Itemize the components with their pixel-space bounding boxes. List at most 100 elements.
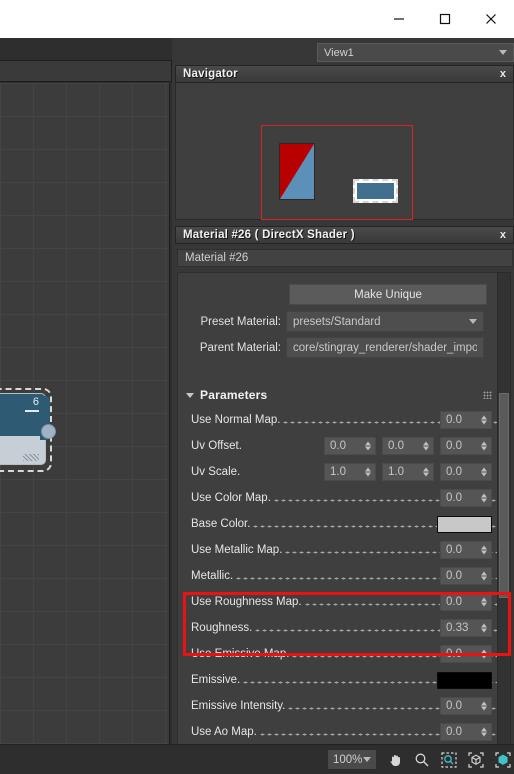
parameter-controls: 0.0 xyxy=(440,489,492,507)
parent-material-label: Parent Material: xyxy=(199,341,281,354)
material-panel-scrollbar[interactable] xyxy=(497,272,511,774)
parameter-controls: 0.0 xyxy=(440,593,492,611)
parameter-controls: 0.0 xyxy=(440,567,492,585)
material-panel-header: Material #26 ( DirectX Shader ) x xyxy=(175,226,514,244)
navigator-selected-node[interactable] xyxy=(353,179,398,203)
node-output-port[interactable] xyxy=(41,424,56,439)
spinner-input[interactable]: 1.0 xyxy=(324,463,376,481)
zoom-magnifier-icon[interactable] xyxy=(413,751,431,769)
navigation-tools xyxy=(386,751,514,769)
navigator-close-icon[interactable]: x xyxy=(500,68,513,80)
parameter-controls xyxy=(437,671,492,689)
material-panel-close-icon[interactable]: x xyxy=(500,229,513,241)
spinner-arrows-icon[interactable] xyxy=(481,649,487,659)
window-titlebar xyxy=(0,0,514,38)
spinner-input[interactable]: 0.0 xyxy=(440,645,492,663)
navigator-selected-node-fill xyxy=(357,183,394,199)
parameter-label: Use Normal Map. xyxy=(191,414,281,426)
chevron-down-icon[interactable] xyxy=(363,757,371,762)
preset-material-value: presets/Standard xyxy=(293,315,381,328)
chevron-down-icon[interactable] xyxy=(499,50,507,55)
drag-dots-icon[interactable] xyxy=(483,391,492,399)
zoom-extents-selected-icon[interactable] xyxy=(494,751,512,769)
parameter-row: Use Color Map. 0.0 xyxy=(178,485,498,511)
zoom-region-icon[interactable] xyxy=(440,751,458,769)
parameter-label: Use Metallic Map. xyxy=(191,544,283,556)
spinner-input[interactable]: 0.0 xyxy=(440,723,492,741)
node-editor-toolbar[interactable] xyxy=(0,60,172,82)
navigator-body[interactable] xyxy=(175,83,514,220)
spinner-arrows-icon[interactable] xyxy=(481,623,487,633)
spinner-input[interactable]: 0.0 xyxy=(440,489,492,507)
spinner-input[interactable]: 0.0 xyxy=(440,697,492,715)
parameter-controls: 0.0 xyxy=(440,697,492,715)
preset-material-label: Preset Material: xyxy=(200,315,281,328)
spinner-input[interactable]: 0.0 xyxy=(440,593,492,611)
material-node[interactable]: 6 .. xyxy=(0,388,56,472)
spinner-value: 0.0 xyxy=(446,570,462,582)
close-button[interactable] xyxy=(468,0,514,38)
status-bar: 100% xyxy=(0,744,514,774)
parameters-section-header[interactable]: Parameters xyxy=(178,384,498,406)
parameter-row: Metallic. 0.0 xyxy=(178,563,498,589)
node-dash-icon xyxy=(25,410,39,412)
parameter-label: Emissive. xyxy=(191,674,241,686)
zoom-extents-icon[interactable] xyxy=(467,751,485,769)
spinner-input[interactable]: 0.0 xyxy=(440,541,492,559)
spinner-input[interactable]: 0.0 xyxy=(440,567,492,585)
spinner-value: 0.0 xyxy=(388,440,404,452)
spinner-value: 0.0 xyxy=(446,596,462,608)
view-tab-label: View1 xyxy=(324,46,354,59)
node-editor-canvas[interactable]: 6 .. xyxy=(0,83,170,774)
spinner-input[interactable]: 0.33 xyxy=(440,619,492,637)
spinner-arrows-icon[interactable] xyxy=(481,545,487,555)
parameter-controls: 0.0 xyxy=(440,723,492,741)
parent-material-value: core/stingray_renderer/shader_import/s xyxy=(293,341,477,354)
node-resize-grip-icon[interactable] xyxy=(23,454,39,461)
pan-hand-icon[interactable] xyxy=(386,751,404,769)
spinner-arrows-icon[interactable] xyxy=(481,441,487,451)
spinner-input[interactable]: 0.0 xyxy=(324,437,376,455)
spinner-input[interactable]: 0.0 xyxy=(440,411,492,429)
spinner-arrows-icon[interactable] xyxy=(365,467,371,477)
parameter-label: Roughness. xyxy=(191,622,253,634)
parameter-label: Use Emissive Map. xyxy=(191,648,290,660)
spinner-arrows-icon[interactable] xyxy=(481,727,487,737)
spinner-arrows-icon[interactable] xyxy=(481,467,487,477)
spinner-value: 1.0 xyxy=(330,466,346,478)
preset-material-dropdown[interactable]: presets/Standard xyxy=(286,311,484,332)
color-swatch[interactable] xyxy=(437,515,492,533)
parameter-label: Metallic. xyxy=(191,570,234,582)
spinner-input[interactable]: 1.0 xyxy=(382,463,434,481)
spinner-input[interactable]: 0.0 xyxy=(440,463,492,481)
view-tab-selector[interactable]: View1 xyxy=(317,43,514,62)
parameter-controls: 0.33 xyxy=(440,619,492,637)
spinner-arrows-icon[interactable] xyxy=(481,597,487,607)
collapse-triangle-icon[interactable] xyxy=(186,392,194,398)
spinner-arrows-icon[interactable] xyxy=(481,493,487,503)
spinner-arrows-icon[interactable] xyxy=(481,415,487,425)
parent-material-input[interactable]: core/stingray_renderer/shader_import/s xyxy=(286,337,484,358)
zoom-level-selector[interactable]: 100% xyxy=(328,750,376,769)
spinner-input[interactable]: 0.0 xyxy=(440,437,492,455)
color-swatch[interactable] xyxy=(437,671,492,689)
chevron-down-icon[interactable] xyxy=(469,319,477,324)
spinner-arrows-icon[interactable] xyxy=(423,441,429,451)
parameter-controls: 0.0 xyxy=(440,645,492,663)
material-name-field[interactable]: Material #26 xyxy=(177,249,513,267)
spinner-value: 0.0 xyxy=(446,466,462,478)
spinner-arrows-icon[interactable] xyxy=(423,467,429,477)
spinner-arrows-icon[interactable] xyxy=(365,441,371,451)
minimize-button[interactable] xyxy=(376,0,422,38)
parameter-row: Use Emissive Map. 0.0 xyxy=(178,641,498,667)
scrollbar-thumb[interactable] xyxy=(499,393,509,598)
parameters-list: Use Normal Map. 0.0 Uv Offset. 0.0 0.0 0.0 Uv … xyxy=(178,407,498,774)
parent-material-row: Parent Material: core/stingray_renderer/… xyxy=(178,337,498,358)
parameter-row: Base Color. xyxy=(178,511,498,537)
spinner-arrows-icon[interactable] xyxy=(481,571,487,581)
parameter-label: Base Color. xyxy=(191,518,251,530)
spinner-arrows-icon[interactable] xyxy=(481,701,487,711)
spinner-input[interactable]: 0.0 xyxy=(382,437,434,455)
make-unique-button[interactable]: Make Unique xyxy=(289,284,487,305)
maximize-button[interactable] xyxy=(422,0,468,38)
